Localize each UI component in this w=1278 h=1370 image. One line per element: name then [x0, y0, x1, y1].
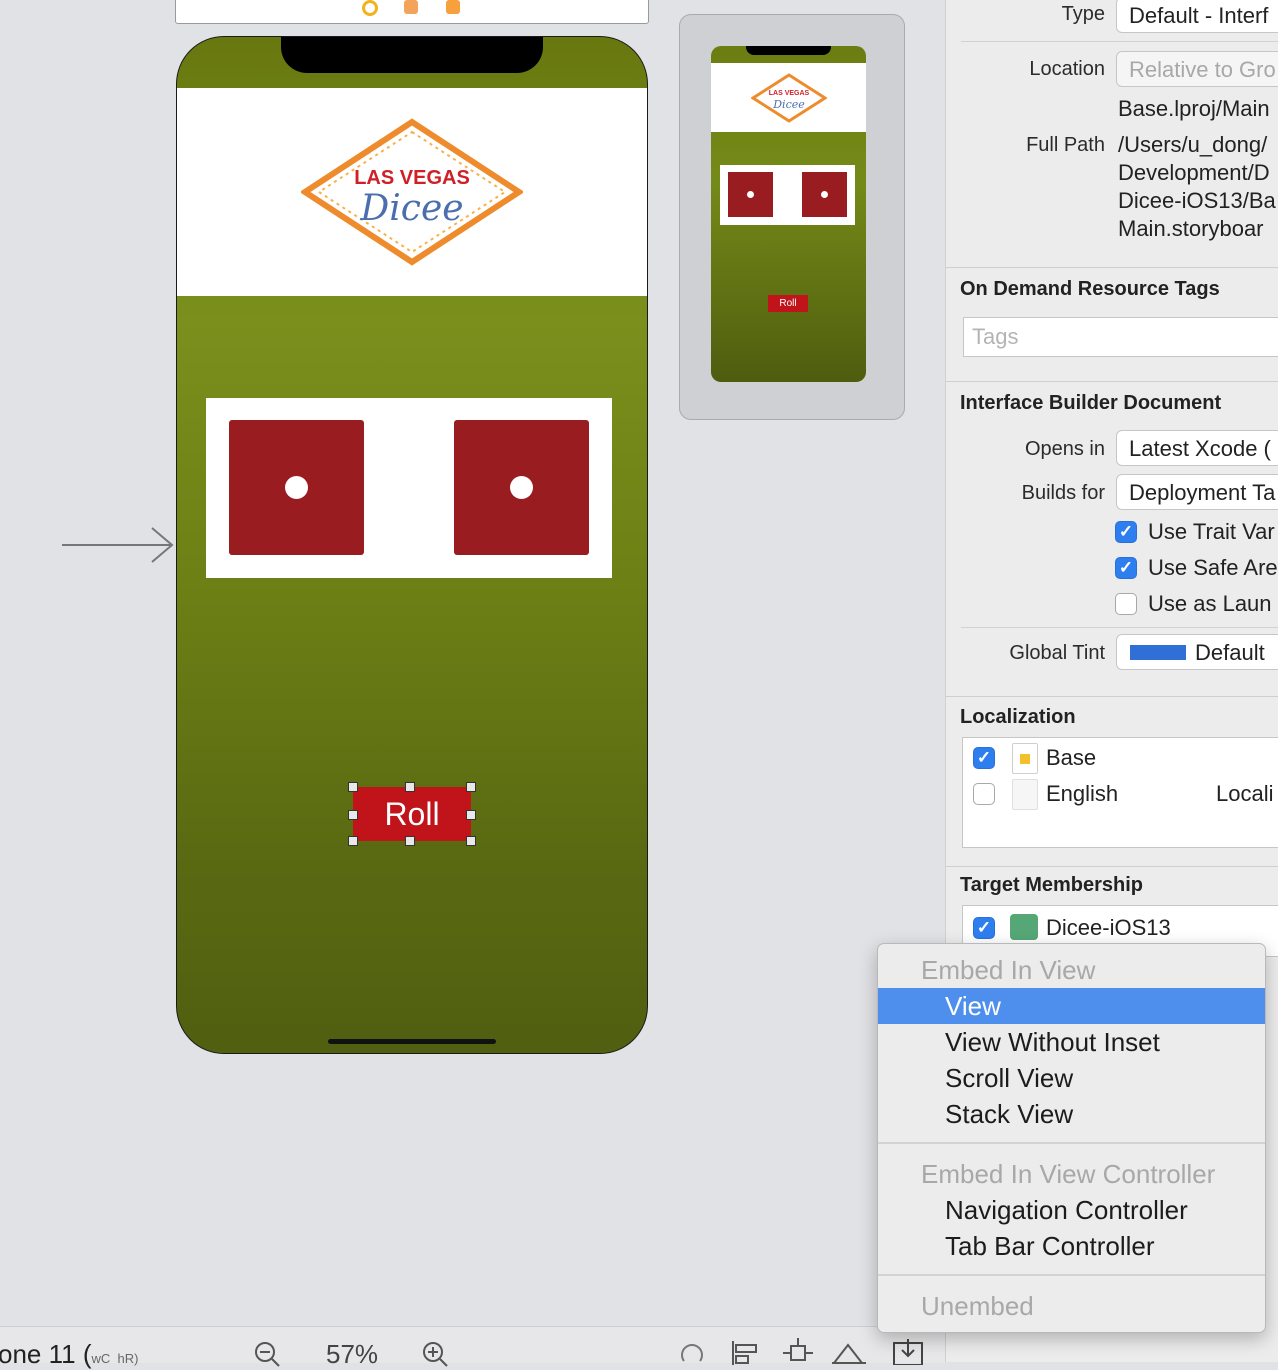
preview-logo-text: Dicee: [772, 98, 805, 111]
full-path-label: Full Path: [1026, 134, 1105, 156]
loc-base-label: Base: [1046, 745, 1097, 770]
zoom-out-icon[interactable]: [254, 1341, 280, 1367]
iphone-canvas[interactable]: LAS VEGAS Dicee Roll: [176, 36, 648, 1054]
resize-handle[interactable]: [348, 810, 358, 820]
preview-phone: LAS VEGAS Dicee Roll: [711, 46, 866, 382]
preview-roll-button: Roll: [768, 295, 808, 312]
device-notch: [281, 37, 543, 73]
canvas-bottom-bar: one 11 (wC hR) 57%: [0, 1326, 945, 1369]
use-trait-checkbox[interactable]: ✓: [1115, 521, 1137, 543]
menu-item-scroll-view[interactable]: Scroll View: [878, 1060, 1265, 1096]
update-frames-icon[interactable]: [678, 1341, 708, 1365]
resize-handle[interactable]: [466, 810, 476, 820]
use-as-launch-checkbox[interactable]: [1115, 593, 1137, 615]
localization-title: Localization: [960, 706, 1076, 728]
dice-image-right[interactable]: [454, 420, 589, 555]
home-indicator: [328, 1039, 496, 1044]
resolve-issues-icon[interactable]: [832, 1339, 866, 1365]
menu-item-view[interactable]: View: [878, 988, 1265, 1024]
opens-in-popup[interactable]: Latest Xcode (: [1116, 430, 1278, 466]
device-name: one 11 (: [0, 1339, 92, 1369]
preview-die: [728, 172, 773, 217]
embed-in-menu: Embed In View View View Without Inset Sc…: [877, 943, 1266, 1333]
type-label: Type: [1061, 3, 1105, 25]
menu-item-view-without-inset[interactable]: View Without Inset: [878, 1024, 1265, 1060]
view-controller-icon[interactable]: [362, 0, 378, 16]
target-name: Dicee-iOS13: [1046, 915, 1171, 940]
preview-die: [802, 172, 847, 217]
location-path: Base.lproj/Main: [1118, 96, 1270, 121]
add-constraints-icon[interactable]: [782, 1337, 814, 1365]
preview-notch: [746, 46, 831, 55]
location-label: Location: [1029, 58, 1105, 80]
first-responder-icon[interactable]: [404, 0, 418, 14]
zoom-level: 57%: [326, 1339, 379, 1369]
menu-item-navigation-controller[interactable]: Navigation Controller: [878, 1192, 1265, 1228]
menu-header-embed-in-view: Embed In View: [921, 955, 1096, 985]
dice-image-left[interactable]: [229, 420, 364, 555]
loc-english-checkbox[interactable]: [973, 783, 995, 805]
full-path-line: Dicee-iOS13/Ba: [1118, 188, 1276, 213]
tags-placeholder: Tags: [972, 324, 1019, 349]
loc-base-checkbox[interactable]: ✓: [973, 747, 995, 769]
resize-handle[interactable]: [348, 782, 358, 792]
exit-icon[interactable]: [446, 0, 460, 14]
preview-dice-panel: [720, 165, 855, 225]
resize-handle[interactable]: [466, 782, 476, 792]
opens-in-label: Opens in: [1024, 438, 1105, 460]
loc-english-label: English: [1046, 781, 1119, 806]
align-icon[interactable]: [730, 1339, 760, 1365]
menu-item-unembed: Unembed: [921, 1291, 1034, 1321]
zoom-in-icon[interactable]: [422, 1341, 448, 1367]
tint-color-swatch: [1130, 645, 1186, 660]
preview-logo: LAS VEGAS Dicee: [751, 73, 827, 123]
resize-handle[interactable]: [348, 836, 358, 846]
resize-handle[interactable]: [405, 836, 415, 846]
full-path-line: Main.storyboar: [1118, 216, 1264, 241]
las-vegas-dicee-logo: LAS VEGAS Dicee: [301, 118, 523, 266]
scene-dock: [175, 0, 649, 24]
app-target-icon: [1010, 914, 1038, 940]
preview-logo-text: LAS VEGAS: [769, 90, 810, 97]
file-placeholder-icon: [1012, 779, 1038, 810]
global-tint-label: Global Tint: [1009, 642, 1105, 664]
use-trait-label: Use Trait Var: [1148, 519, 1275, 544]
device-config-button[interactable]: one 11 (wC hR): [0, 1339, 138, 1370]
logo-text-line1: LAS VEGAS: [354, 167, 470, 189]
dice-pip: [285, 476, 308, 499]
initial-view-controller-arrow-icon: [62, 527, 174, 563]
embed-in-icon[interactable]: [892, 1339, 924, 1365]
location-popup[interactable]: Relative to Gro: [1116, 51, 1278, 87]
global-tint-popup[interactable]: Default: [1116, 634, 1278, 670]
dice-pip: [510, 476, 533, 499]
storyboard-file-icon: [1012, 743, 1038, 774]
builds-for-label: Builds for: [1021, 482, 1105, 504]
size-class-h: hR): [117, 1351, 139, 1366]
use-safe-area-checkbox[interactable]: ✓: [1115, 557, 1137, 579]
roll-button[interactable]: Roll: [353, 787, 471, 841]
size-class-w: wC: [91, 1351, 111, 1366]
resize-handle[interactable]: [405, 782, 415, 792]
full-path-line: Development/D: [1118, 160, 1270, 185]
loc-english-status: Locali: [1216, 781, 1274, 806]
on-demand-title: On Demand Resource Tags: [960, 278, 1220, 300]
global-tint-value: Default: [1195, 640, 1265, 665]
menu-item-tab-bar-controller[interactable]: Tab Bar Controller: [878, 1228, 1265, 1264]
target-membership-title: Target Membership: [960, 874, 1143, 896]
builds-for-popup[interactable]: Deployment Ta: [1116, 474, 1278, 510]
ib-doc-title: Interface Builder Document: [960, 392, 1222, 414]
preview-logo-band: LAS VEGAS Dicee: [711, 63, 866, 132]
full-path-line: /Users/u_dong/: [1118, 132, 1268, 157]
tags-field[interactable]: Tags: [963, 317, 1278, 357]
logo-image-view[interactable]: LAS VEGAS Dicee: [177, 88, 647, 296]
use-as-launch-label: Use as Laun: [1148, 591, 1272, 616]
menu-header-embed-in-vc: Embed In View Controller: [921, 1159, 1216, 1189]
menu-item-stack-view[interactable]: Stack View: [878, 1096, 1265, 1132]
logo-text-line2: Dicee: [359, 188, 463, 229]
use-safe-area-label: Use Safe Are: [1148, 555, 1278, 580]
target-checkbox[interactable]: ✓: [973, 917, 995, 939]
type-popup[interactable]: Default - Interf: [1116, 0, 1278, 33]
dice-stack-view[interactable]: [206, 398, 612, 578]
resize-handle[interactable]: [466, 836, 476, 846]
